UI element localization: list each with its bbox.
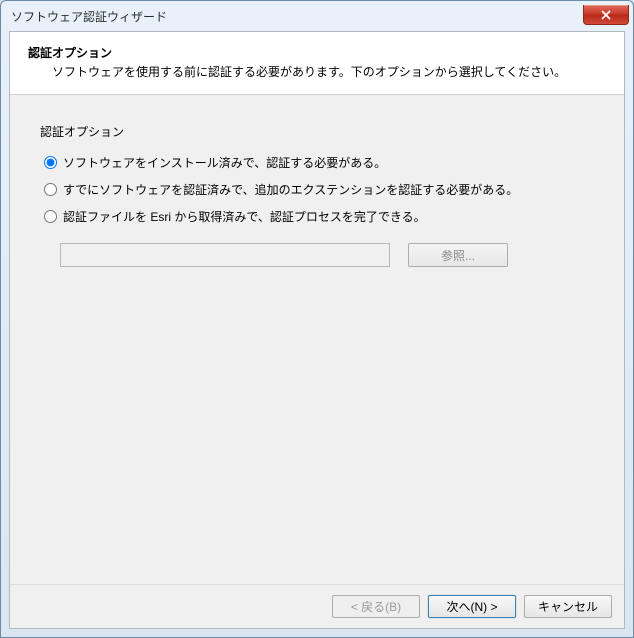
- footer: < 戻る(B) 次へ(N) > キャンセル: [10, 584, 624, 628]
- radio-option-extension[interactable]: すでにソフトウェアを認証済みで、追加のエクステンションを認証する必要がある。: [40, 181, 594, 198]
- wizard-window: ソフトウェア認証ウィザード 認証オプション ソフトウェアを使用する前に認証する必…: [0, 0, 634, 638]
- browse-button: 参照...: [408, 243, 508, 267]
- header-title: 認証オプション: [28, 44, 606, 61]
- main-body: 認証オプション ソフトウェアをインストール済みで、認証する必要がある。 すでにソ…: [10, 94, 624, 584]
- radio-input-file[interactable]: [44, 210, 57, 223]
- file-row: 参照...: [40, 243, 594, 267]
- header-subtitle: ソフトウェアを使用する前に認証する必要があります。下のオプションから選択してくだ…: [28, 63, 606, 80]
- next-button[interactable]: 次へ(N) >: [428, 595, 516, 618]
- content-panel: 認証オプション ソフトウェアを使用する前に認証する必要があります。下のオプション…: [9, 31, 625, 629]
- radio-option-file[interactable]: 認証ファイルを Esri から取得済みで、認証プロセスを完了できる。: [40, 208, 594, 225]
- titlebar: ソフトウェア認証ウィザード: [1, 1, 633, 31]
- radio-input-install[interactable]: [44, 156, 57, 169]
- close-button[interactable]: [583, 5, 629, 25]
- header-section: 認証オプション ソフトウェアを使用する前に認証する必要があります。下のオプション…: [10, 32, 624, 94]
- radio-option-install[interactable]: ソフトウェアをインストール済みで、認証する必要がある。: [40, 154, 594, 171]
- close-icon: [601, 10, 611, 20]
- auth-file-input: [60, 243, 390, 267]
- radio-label-install[interactable]: ソフトウェアをインストール済みで、認証する必要がある。: [63, 154, 386, 171]
- radio-label-extension[interactable]: すでにソフトウェアを認証済みで、追加のエクステンションを認証する必要がある。: [63, 181, 518, 198]
- back-button: < 戻る(B): [332, 595, 420, 618]
- radio-input-extension[interactable]: [44, 183, 57, 196]
- cancel-button[interactable]: キャンセル: [524, 595, 612, 618]
- radio-label-file[interactable]: 認証ファイルを Esri から取得済みで、認証プロセスを完了できる。: [63, 208, 426, 225]
- window-title: ソフトウェア認証ウィザード: [11, 8, 167, 25]
- group-label: 認証オプション: [40, 123, 594, 140]
